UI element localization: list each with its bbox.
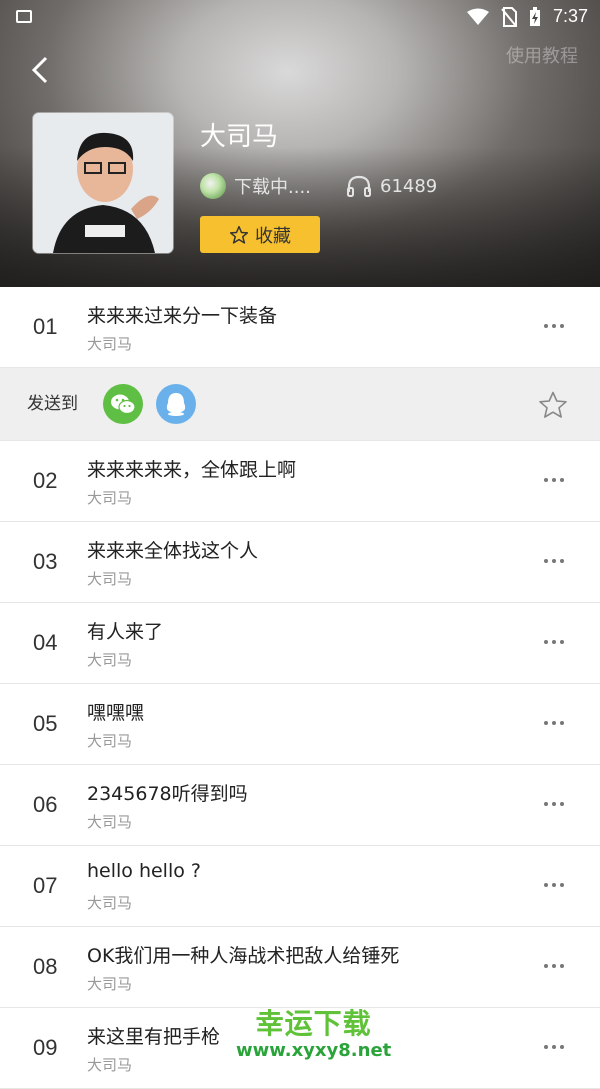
more-options-icon[interactable] [544, 802, 564, 806]
track-artist: 大司马 [87, 570, 133, 588]
share-bar: 发送到 [0, 368, 600, 441]
track-row[interactable]: 04 有人来了 大司马 [0, 603, 600, 684]
track-artist: 大司马 [87, 335, 133, 353]
uploader-name: 下载中.... [234, 177, 311, 198]
wifi-icon [466, 8, 489, 25]
track-number: 07 [33, 873, 58, 898]
clock: 7:37 [552, 6, 588, 26]
more-options-icon[interactable] [544, 1045, 564, 1049]
track-row[interactable]: 05 嘿嘿嘿 大司马 [0, 684, 600, 765]
tutorial-link[interactable]: 使用教程 [506, 42, 578, 68]
track-title: 嘿嘿嘿 [87, 702, 145, 724]
watermark-url: www.xyxy8.net [236, 1040, 392, 1061]
track-artist: 大司马 [87, 732, 133, 750]
track-number: 08 [33, 954, 58, 979]
track-title: 来来来全体找这个人 [87, 540, 259, 562]
more-options-icon[interactable] [544, 478, 564, 482]
track-row[interactable]: 03 来来来全体找这个人 大司马 [0, 522, 600, 603]
gallery-notification-icon [16, 10, 32, 23]
watermark-title: 幸运下载 [255, 1007, 372, 1040]
track-number: 02 [33, 468, 58, 493]
battery-charging-icon [529, 6, 540, 26]
track-row[interactable]: 01 来来来过来分一下装备 大司马 [0, 287, 600, 368]
track-row[interactable]: 06 2345678听得到吗 大司马 [0, 765, 600, 846]
track-number: 04 [33, 630, 58, 655]
track-number: 09 [33, 1035, 58, 1060]
track-number: 03 [33, 549, 58, 574]
more-options-icon[interactable] [544, 640, 564, 644]
star-outline-icon [229, 225, 249, 244]
no-sim-icon [501, 6, 517, 27]
uploader-info[interactable]: 下载中.... [200, 172, 311, 200]
more-options-icon[interactable] [544, 721, 564, 725]
favorite-button[interactable]: 收藏 [200, 216, 320, 253]
track-number: 01 [33, 314, 58, 339]
status-bar: 7:37 [0, 0, 600, 34]
track-artist: 大司马 [87, 489, 133, 507]
track-row[interactable]: 08 OK我们用一种人海战术把敌人给锤死 大司马 [0, 927, 600, 1008]
track-row[interactable]: 02 来来来来来，全体跟上啊 大司马 [0, 441, 600, 522]
site-watermark: 幸运下载 www.xyxy8.net [236, 1002, 391, 1061]
back-arrow-icon[interactable] [24, 52, 60, 88]
more-options-icon[interactable] [544, 324, 564, 328]
track-title: 2345678听得到吗 [87, 783, 248, 805]
wechat-share-icon[interactable] [103, 384, 143, 424]
track-number: 05 [33, 711, 58, 736]
favorite-label: 收藏 [255, 225, 291, 247]
play-count: 61489 [346, 172, 437, 200]
track-list: 01 来来来过来分一下装备 大司马 发送到 02 来来来来来，全体跟上啊 大司马… [0, 287, 600, 1089]
track-artist: 大司马 [87, 1056, 133, 1074]
qq-share-icon[interactable] [156, 384, 196, 424]
album-cover-image [33, 113, 173, 253]
track-title: hello hello ? [87, 860, 201, 882]
album-title: 大司马 [200, 122, 279, 152]
track-title: 来这里有把手枪 [87, 1026, 221, 1048]
track-artist: 大司马 [87, 975, 133, 993]
track-artist: 大司马 [87, 813, 133, 831]
track-title: 来来来过来分一下装备 [87, 305, 278, 327]
headphones-icon [347, 175, 371, 197]
share-label: 发送到 [27, 394, 78, 414]
track-title: OK我们用一种人海战术把敌人给锤死 [87, 945, 400, 967]
more-options-icon[interactable] [544, 883, 564, 887]
track-title: 来来来来来，全体跟上啊 [87, 459, 297, 481]
play-count-value: 61489 [380, 175, 438, 197]
track-title: 有人来了 [87, 621, 164, 643]
more-options-icon[interactable] [544, 559, 564, 563]
track-artist: 大司马 [87, 894, 133, 912]
album-header: 7:37 使用教程 大司马 下载中.... 61489 收藏 [0, 0, 600, 287]
track-artist: 大司马 [87, 651, 133, 669]
favorite-star-icon[interactable] [538, 390, 568, 420]
uploader-avatar [200, 173, 226, 199]
track-number: 06 [33, 792, 58, 817]
track-row[interactable]: 07 hello hello ? 大司马 [0, 846, 600, 927]
more-options-icon[interactable] [544, 964, 564, 968]
